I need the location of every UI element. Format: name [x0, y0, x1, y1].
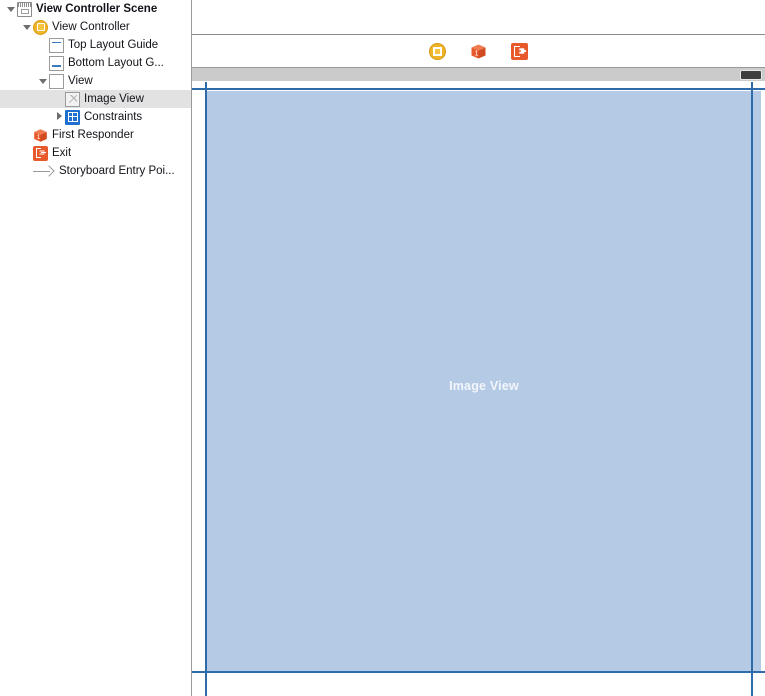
outline-row-label: Image View [84, 93, 144, 105]
chevron-down-icon[interactable] [6, 4, 17, 15]
outline-row[interactable]: Top Layout Guide [0, 36, 191, 54]
image-view-label: Image View [449, 379, 519, 393]
editor-top-strip [192, 0, 765, 35]
twisty-spacer [38, 40, 49, 51]
twisty-spacer [22, 148, 33, 159]
image-view-element[interactable]: Image View [206, 90, 762, 674]
twisty-spacer [22, 166, 33, 177]
outline-row-label: Exit [52, 147, 72, 159]
outline-row-label: View Controller [52, 21, 130, 33]
svg-text:1: 1 [475, 50, 479, 57]
storyboard-editor-window: View Controller Scene View Controller Top … [0, 0, 765, 696]
image-view-icon [65, 91, 80, 107]
bottom-layout-guide-icon [49, 55, 64, 71]
canvas-horizontal-scrollbar[interactable] [192, 68, 765, 82]
outline-row[interactable]: Exit [0, 144, 191, 162]
selection-guide-top [192, 88, 765, 90]
view-icon [49, 73, 64, 89]
outline-row[interactable]: Bottom Layout G... [0, 54, 191, 72]
outline-row[interactable]: View Controller [0, 18, 191, 36]
first-responder-icon: 1 [33, 128, 48, 143]
storyboard-entry-point-icon [33, 164, 55, 179]
top-layout-guide-icon [49, 37, 64, 53]
design-canvas[interactable]: Image View [192, 82, 765, 696]
canvas-scrollbar-thumb[interactable] [740, 70, 762, 80]
outline-row-label: Storyboard Entry Poi... [59, 165, 175, 177]
scene-icon [17, 1, 32, 17]
exit-icon[interactable] [511, 43, 528, 60]
chevron-down-icon[interactable] [38, 76, 49, 87]
view-controller-icon[interactable] [429, 43, 446, 60]
document-outline-panel[interactable]: View Controller Scene View Controller Top … [0, 0, 192, 696]
first-responder-icon[interactable]: 1 [470, 43, 487, 60]
twisty-spacer [22, 130, 33, 141]
interface-builder-editor: 1 Image View [192, 0, 765, 696]
outline-row[interactable]: Image View [0, 90, 191, 108]
scene-dock[interactable]: 1 [192, 36, 765, 68]
chevron-down-icon[interactable] [22, 22, 33, 33]
outline-row-label: View Controller Scene [36, 3, 158, 15]
outline-row[interactable]: Storyboard Entry Poi... [0, 162, 191, 180]
outline-row-label: First Responder [52, 129, 134, 141]
exit-icon [33, 145, 48, 161]
outline-row[interactable]: View [0, 72, 191, 90]
outline-row[interactable]: View Controller Scene [0, 0, 191, 18]
selection-guide-bottom [192, 671, 765, 673]
outline-row[interactable]: 1 First Responder [0, 126, 191, 144]
svg-text:1: 1 [37, 134, 41, 141]
outline-row-label: Top Layout Guide [68, 39, 159, 51]
outline-row-label: View [68, 75, 93, 87]
outline-row[interactable]: Constraints [0, 108, 191, 126]
document-outline-tree[interactable]: View Controller Scene View Controller Top … [0, 0, 191, 180]
twisty-spacer [38, 58, 49, 69]
selection-guide-right [751, 82, 753, 696]
view-controller-icon [33, 19, 48, 35]
outline-row-label: Constraints [84, 111, 143, 123]
constraints-icon [65, 109, 80, 125]
selection-guide-left [205, 82, 207, 696]
twisty-spacer [54, 94, 65, 105]
chevron-right-icon[interactable] [54, 112, 65, 123]
outline-row-label: Bottom Layout G... [68, 57, 164, 69]
